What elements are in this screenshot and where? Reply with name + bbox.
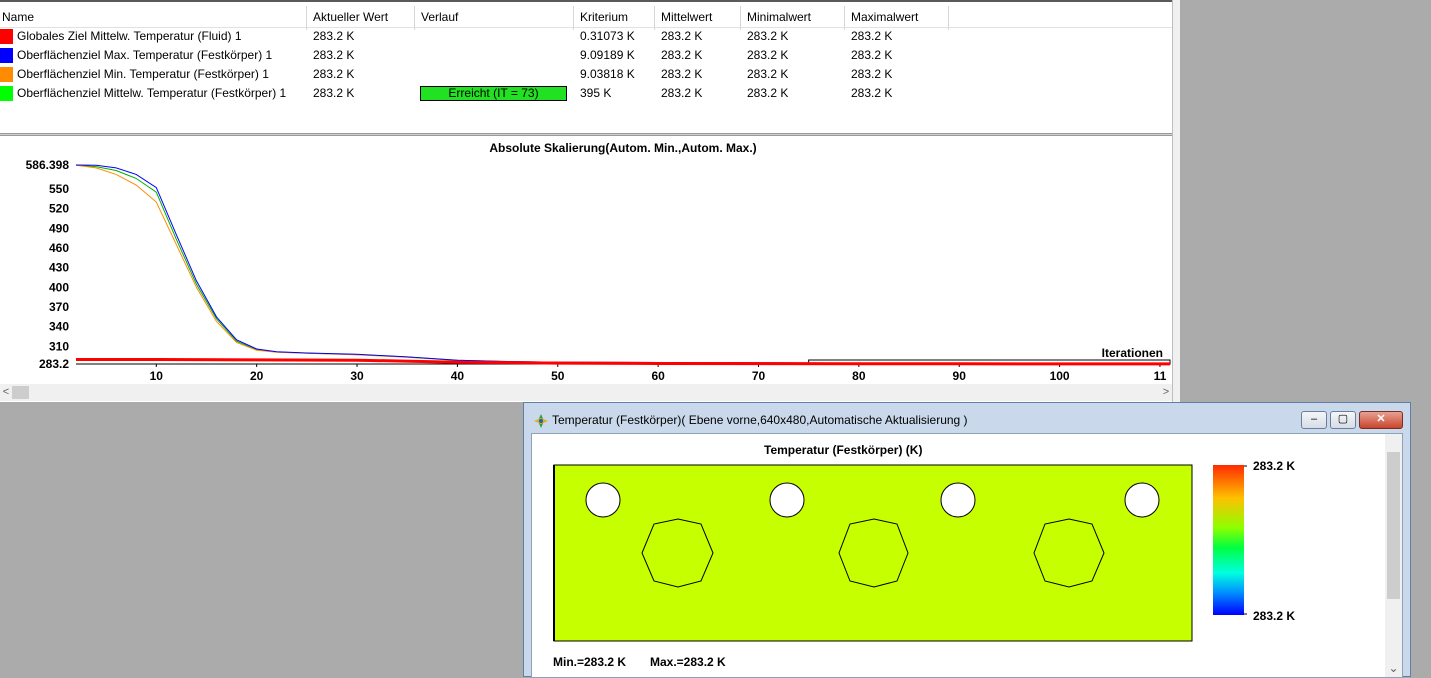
x-axis-label: Iterationen [1102, 346, 1163, 360]
series-color-swatch [0, 67, 13, 82]
hole-small [940, 482, 976, 518]
panel-border [1172, 0, 1180, 402]
min-value: 283.2 K [747, 29, 789, 43]
cutplot-view: Temperatur (Festkörper) (K) 283.2 K 283.… [531, 433, 1403, 678]
current-value: 283.2 K [313, 86, 355, 100]
window-title: Temperatur (Festkörper)( Ebene vorne,640… [552, 413, 968, 427]
series-line [75, 164, 1171, 365]
progress-reached-badge: Erreicht (IT = 73) [420, 86, 567, 101]
y-tick-label: 283.2 [39, 357, 69, 371]
series-color-swatch [0, 86, 13, 101]
y-tick-label: 490 [49, 221, 69, 235]
y-tick-label: 520 [49, 202, 69, 216]
x-tick-label: 70 [752, 369, 766, 383]
min-value: 283.2 K [747, 67, 789, 81]
min-value: 283.2 K [747, 48, 789, 62]
x-tick-label: 60 [651, 369, 665, 383]
scrollbar-thumb[interactable] [12, 386, 29, 399]
goals-table-header: Name Aktueller Wert Verlauf Kriterium Mi… [0, 0, 1172, 30]
x-tick-label: 10 [150, 369, 164, 383]
legend-min-label: 283.2 K [1253, 609, 1296, 623]
y-tick-label: 460 [49, 241, 69, 255]
series-line [75, 164, 1171, 365]
series-color-swatch [0, 29, 13, 44]
y-tick-label: 400 [49, 280, 69, 294]
x-tick-label: 100 [1050, 369, 1070, 383]
column-header-progress[interactable]: Verlauf [415, 6, 574, 30]
minimize-button[interactable]: – [1301, 411, 1327, 429]
x-tick-label: 11 [1154, 369, 1167, 383]
mean-value: 283.2 K [661, 67, 703, 81]
y-tick-label: 586.398 [26, 158, 70, 172]
min-value: 283.2 K [747, 86, 789, 100]
criterion-value: 9.09189 K [580, 48, 635, 62]
y-tick-label: 430 [49, 261, 69, 275]
goal-name: Oberflächenziel Max. Temperatur (Festkör… [17, 48, 273, 62]
current-value: 283.2 K [313, 48, 355, 62]
current-value: 283.2 K [313, 29, 355, 43]
mean-value: 283.2 K [661, 86, 703, 100]
solidworks-flow-icon [534, 414, 548, 428]
convergence-chart: Absolute Skalierung(Autom. Min.,Autom. M… [26, 141, 1171, 383]
vertical-scrollbar[interactable]: ⌄ [1385, 434, 1402, 677]
max-value-label: Max.=283.2 K [650, 655, 726, 669]
criterion-value: 9.03818 K [580, 67, 635, 81]
y-tick-label: 370 [49, 300, 69, 314]
restore-button[interactable]: ▢ [1330, 411, 1356, 429]
x-tick-label: 20 [250, 369, 264, 383]
mean-value: 283.2 K [661, 48, 703, 62]
min-value-label: Min.=283.2 K [553, 655, 627, 669]
criterion-value: 395 K [580, 86, 612, 100]
max-value: 283.2 K [851, 67, 893, 81]
cutplot-image [553, 464, 1193, 642]
scroll-right-icon[interactable]: > [1160, 384, 1172, 401]
max-value: 283.2 K [851, 29, 893, 43]
scroll-down-icon[interactable]: ⌄ [1385, 661, 1402, 677]
goal-name: Globales Ziel Mittelw. Temperatur (Fluid… [17, 29, 242, 43]
hole-small [769, 482, 805, 518]
x-tick-label: 50 [551, 369, 565, 383]
goal-name: Oberflächenziel Min. Temperatur (Festkör… [17, 67, 269, 81]
scroll-left-icon[interactable]: < [0, 384, 12, 401]
scrollbar-thumb[interactable] [1387, 452, 1400, 599]
y-tick-label: 310 [49, 339, 69, 353]
x-tick-label: 30 [350, 369, 364, 383]
cutplot-title: Temperatur (Festkörper) (K) [764, 443, 923, 457]
max-value: 283.2 K [851, 86, 893, 100]
close-button[interactable]: ✕ [1359, 411, 1403, 429]
max-value: 283.2 K [851, 48, 893, 62]
color-legend-bar [1213, 465, 1247, 615]
current-value: 283.2 K [313, 67, 355, 81]
y-tick-label: 340 [49, 320, 69, 334]
x-tick-label: 90 [953, 369, 967, 383]
horizontal-scrollbar[interactable]: < > [0, 384, 1172, 401]
hole-small [585, 482, 621, 518]
x-tick-label: 80 [852, 369, 866, 383]
goals-panel: Name Aktueller Wert Verlauf Kriterium Mi… [0, 0, 1172, 402]
series-line [75, 164, 1171, 365]
chart-title: Absolute Skalierung(Autom. Min.,Autom. M… [489, 141, 756, 155]
legend-max-label: 283.2 K [1253, 459, 1296, 473]
hole-small [1124, 482, 1160, 518]
criterion-value: 0.31073 K [580, 29, 635, 43]
series-color-swatch [0, 48, 13, 63]
x-tick-label: 40 [451, 369, 465, 383]
temperature-cutplot-window[interactable]: Temperatur (Festkörper)( Ebene vorne,640… [523, 402, 1411, 678]
mean-value: 283.2 K [661, 29, 703, 43]
goal-name: Oberflächenziel Mittelw. Temperatur (Fes… [17, 86, 287, 100]
y-tick-label: 550 [49, 182, 69, 196]
